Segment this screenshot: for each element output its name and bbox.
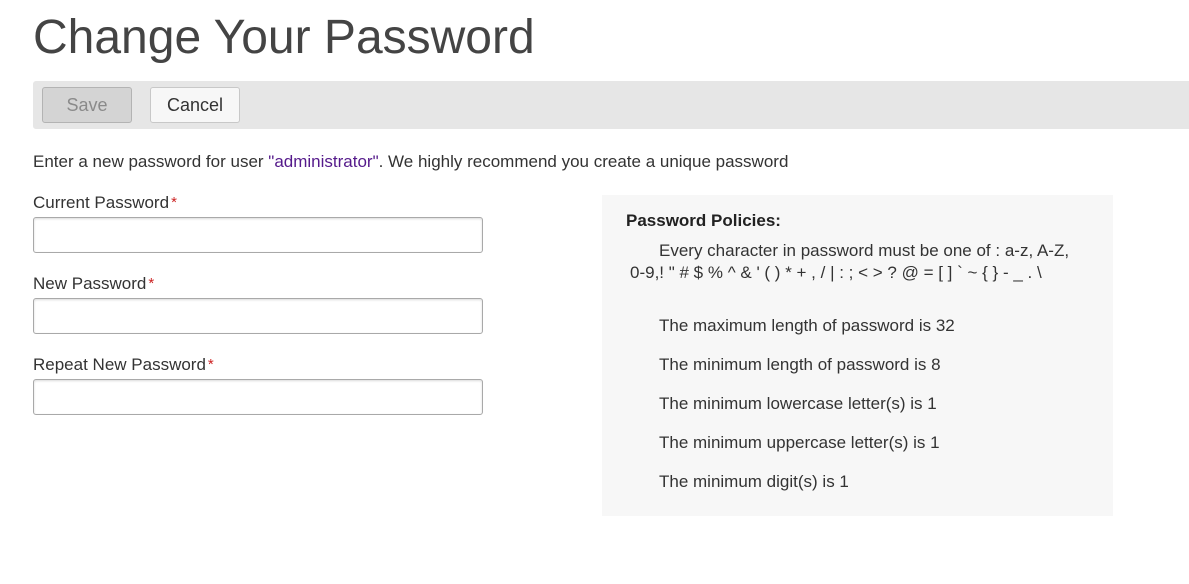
new-password-input[interactable] [33, 298, 483, 334]
policy-item: The maximum length of password is 32 [659, 316, 955, 335]
current-password-label: Current Password * [33, 192, 177, 214]
intro-suffix: . We highly recommend you create a uniqu… [378, 152, 789, 171]
change-password-page: Change Your Password Save Cancel Enter a… [0, 0, 1189, 584]
toolbar: Save Cancel [33, 81, 1189, 129]
policy-item: The minimum digit(s) is 1 [659, 472, 849, 491]
policies-title: Password Policies: [626, 211, 781, 230]
repeat-password-label-text: Repeat New Password [33, 355, 206, 374]
policy-item: The minimum length of password is 8 [659, 355, 941, 374]
current-password-input[interactable] [33, 217, 483, 253]
policy-item: The minimum lowercase letter(s) is 1 [659, 394, 937, 413]
cancel-button[interactable]: Cancel [150, 87, 240, 123]
intro-text: Enter a new password for user "administr… [33, 151, 788, 173]
policy-allowed-chars: Every character in password must be one … [630, 241, 1070, 282]
password-policies-panel: Password Policies: Every character in pa… [602, 195, 1113, 516]
repeat-password-input[interactable] [33, 379, 483, 415]
required-marker: * [207, 356, 214, 373]
required-marker: * [148, 275, 155, 292]
new-password-label-text: New Password [33, 274, 147, 293]
new-password-label: New Password * [33, 273, 154, 295]
save-button[interactable]: Save [42, 87, 132, 123]
policy-item: The minimum uppercase letter(s) is 1 [659, 433, 940, 452]
intro-username: "administrator" [268, 152, 379, 171]
page-title: Change Your Password [33, 11, 535, 64]
intro-prefix: Enter a new password for user [33, 152, 269, 171]
required-marker: * [171, 194, 177, 211]
current-password-label-text: Current Password [33, 193, 170, 212]
repeat-password-label: Repeat New Password * [33, 354, 214, 376]
